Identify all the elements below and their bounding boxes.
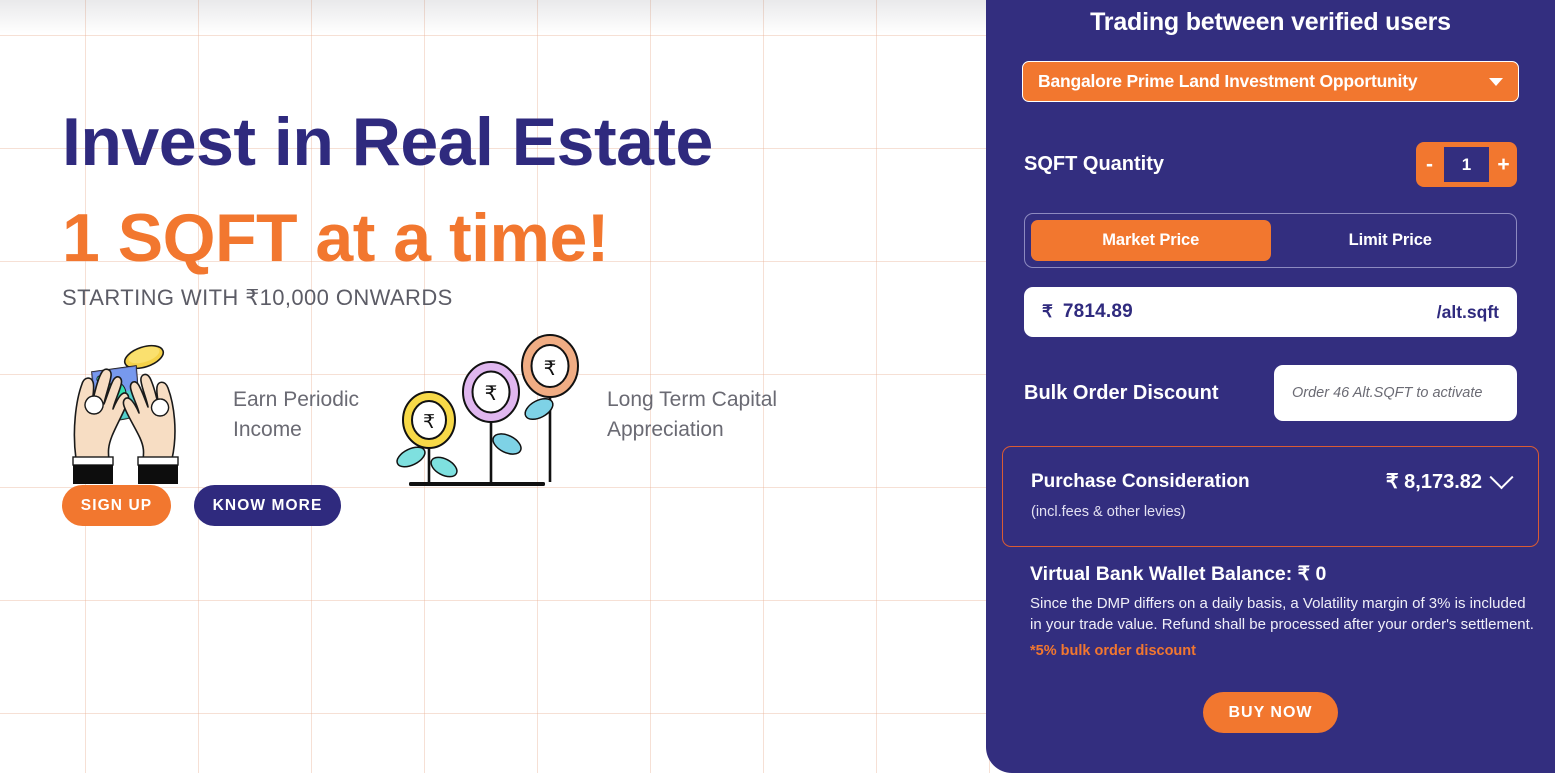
hands-with-money-illustration xyxy=(64,334,194,484)
wallet-volatility-note: Since the DMP differs on a daily basis, … xyxy=(1030,595,1534,633)
price-unit-label: /alt.sqft xyxy=(1436,301,1499,322)
purchase-consideration-card[interactable]: Purchase Consideration ₹ 8,173.82 (incl.… xyxy=(1002,446,1539,547)
quantity-input[interactable]: 1 xyxy=(1443,146,1490,183)
rupee-symbol-icon: ₹ xyxy=(1042,302,1053,321)
know-more-button[interactable]: KNOW MORE xyxy=(194,485,341,526)
chevron-down-icon xyxy=(1489,77,1503,86)
panel-title: Trading between verified users xyxy=(1090,8,1451,36)
hero-section: Invest in Real Estate 1 SQFT at a time! … xyxy=(0,0,990,773)
purchase-consideration-header: Purchase Consideration ₹ 8,173.82 xyxy=(1031,465,1514,494)
chevron-down-icon[interactable] xyxy=(1489,465,1514,490)
wallet-balance-title: Virtual Bank Wallet Balance: ₹ 0 xyxy=(1030,563,1327,585)
hero-subheadline: STARTING WITH ₹10,000 ONWARDS xyxy=(62,285,453,310)
bulk-order-discount-note: *5% bulk order discount xyxy=(1030,643,1196,659)
asset-select-label: Bangalore Prime Land Investment Opportun… xyxy=(1038,71,1418,91)
sqft-quantity-label: SQFT Quantity xyxy=(1024,153,1164,175)
purchase-consideration-title: Purchase Consideration xyxy=(1031,470,1250,492)
quantity-stepper: - 1 + xyxy=(1416,142,1517,187)
purchase-consideration-amount: ₹ 8,173.82 xyxy=(1385,471,1482,493)
bulk-order-discount-label: Bulk Order Discount xyxy=(1024,381,1219,404)
sqft-quantity-row: SQFT Quantity - 1 + xyxy=(1024,142,1517,187)
hero-cta-buttons: SIGN UP KNOW MORE xyxy=(62,485,341,526)
price-type-tabs: Market Price Limit Price xyxy=(1024,213,1517,268)
price-value: 7814.89 xyxy=(1062,301,1133,322)
feature-label-earn-periodic-income: Earn Periodic Income xyxy=(233,388,360,441)
hero-headline-secondary: 1 SQFT at a time! xyxy=(62,200,609,276)
svg-text:₹: ₹ xyxy=(544,356,557,380)
bulk-order-discount-row: Bulk Order Discount xyxy=(1024,365,1517,421)
price-display[interactable]: ₹ 7814.89 /alt.sqft xyxy=(1024,287,1517,337)
page-root: Invest in Real Estate 1 SQFT at a time! … xyxy=(0,0,1555,773)
purchase-consideration-amount-group: ₹ 8,173.82 xyxy=(1385,465,1514,494)
svg-text:₹: ₹ xyxy=(485,381,498,405)
tab-limit-price[interactable]: Limit Price xyxy=(1271,220,1511,261)
trading-panel: Trading between verified users Bangalore… xyxy=(986,0,1555,773)
hero-headline-primary: Invest in Real Estate xyxy=(62,104,713,180)
purchase-consideration-subtitle: (incl.fees & other levies) xyxy=(1031,504,1186,520)
bulk-order-discount-input[interactable] xyxy=(1274,365,1517,421)
buy-now-button[interactable]: BUY NOW xyxy=(1203,692,1338,733)
virtual-wallet-section: Virtual Bank Wallet Balance: ₹ 0 Since t… xyxy=(1030,562,1535,659)
tab-market-price[interactable]: Market Price xyxy=(1031,220,1271,261)
feature-label-long-term-capital-appreciation: Long Term Capital Appreciation xyxy=(607,388,778,441)
quantity-decrement-button[interactable]: - xyxy=(1416,142,1443,187)
hero-feature-row: Earn Periodic Income ₹ ₹ ₹ Long Term Cap… xyxy=(62,334,862,504)
sign-up-button[interactable]: SIGN UP xyxy=(62,485,171,526)
svg-text:₹: ₹ xyxy=(423,411,435,433)
quantity-increment-button[interactable]: + xyxy=(1490,142,1517,187)
growing-rupee-plants-illustration: ₹ ₹ ₹ xyxy=(387,334,587,494)
top-header-shadow xyxy=(0,0,990,34)
buy-now-button-wrapper: BUY NOW xyxy=(986,692,1555,733)
asset-select-dropdown[interactable]: Bangalore Prime Land Investment Opportun… xyxy=(1022,61,1519,102)
